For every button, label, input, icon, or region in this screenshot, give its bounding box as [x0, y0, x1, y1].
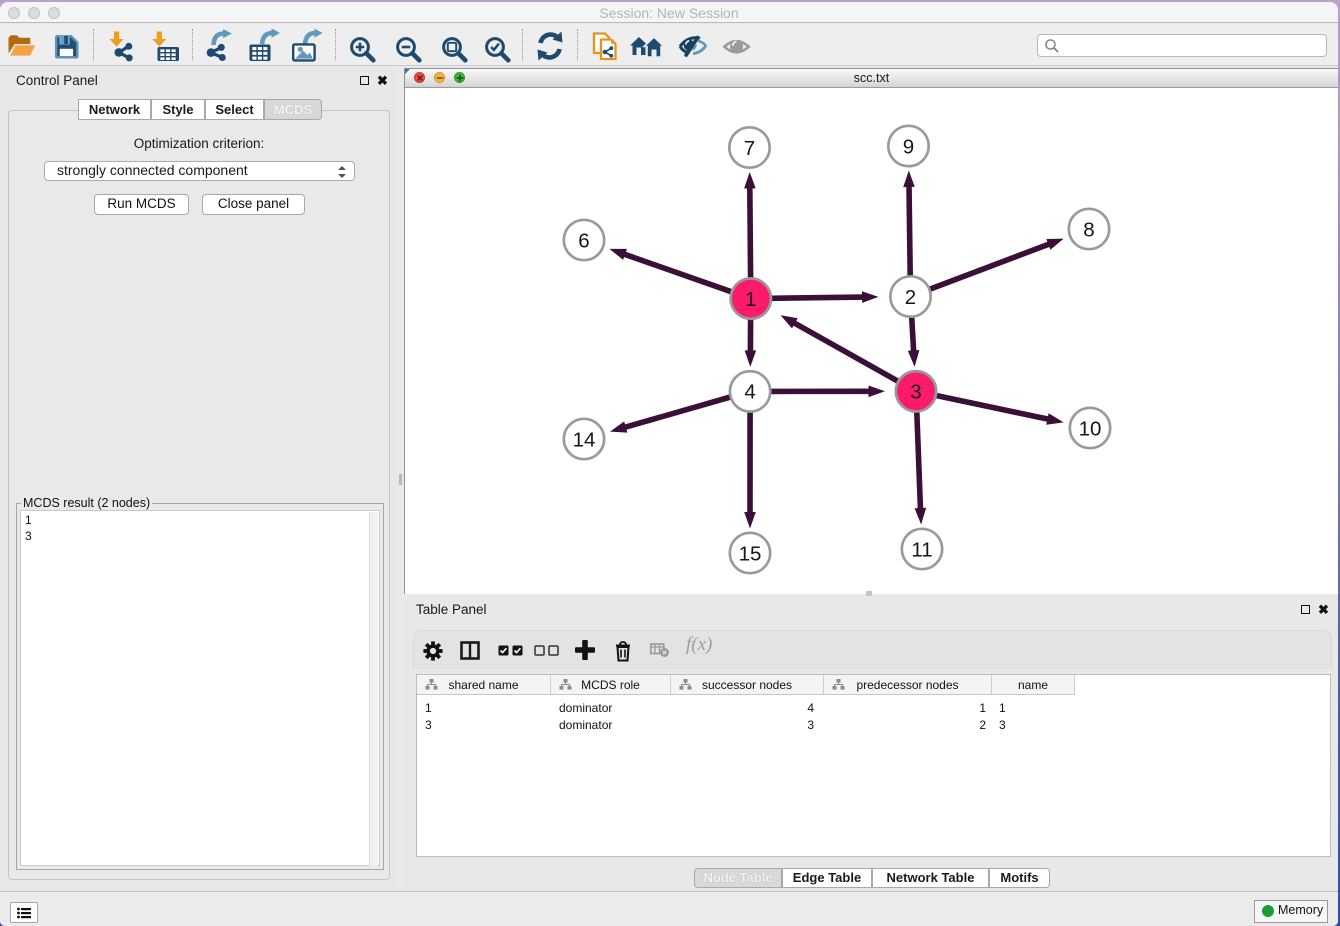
svg-text:10: 10: [1079, 417, 1102, 440]
svg-text:7: 7: [744, 137, 755, 160]
svg-text:3: 3: [910, 381, 921, 404]
svg-text:6: 6: [578, 229, 589, 252]
svg-text:2: 2: [905, 286, 916, 309]
svg-text:4: 4: [744, 381, 755, 404]
svg-text:15: 15: [739, 542, 762, 565]
svg-text:8: 8: [1083, 218, 1094, 241]
svg-text:9: 9: [903, 135, 914, 158]
svg-text:14: 14: [573, 428, 596, 451]
svg-text:11: 11: [911, 538, 932, 561]
svg-text:1: 1: [745, 288, 756, 311]
